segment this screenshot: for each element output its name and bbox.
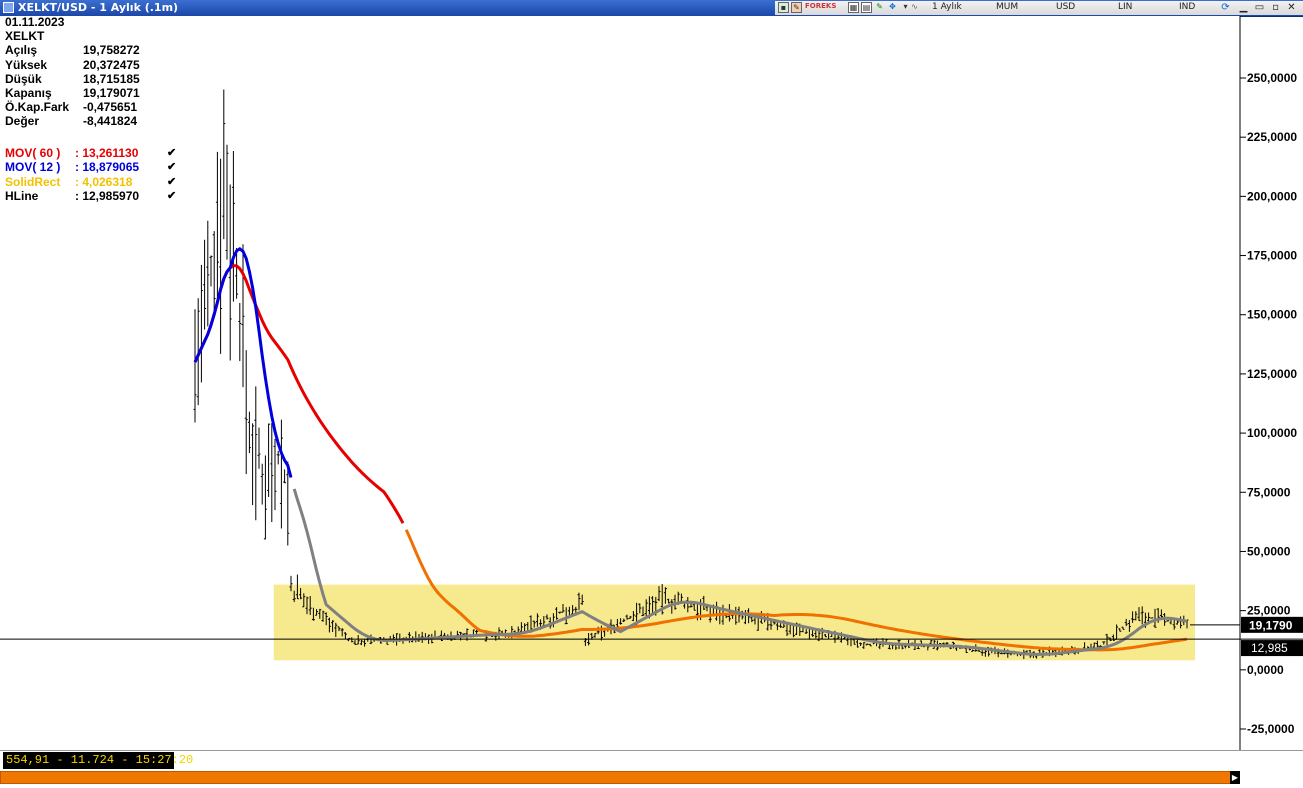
info-label: Düşük <box>5 71 42 86</box>
indicator-mov12[interactable]: MOV( 12 ) : 18,879065 ✔ <box>5 160 185 174</box>
check-icon[interactable]: ✔ <box>167 160 176 174</box>
ohlc-info-panel: 01.11.2023 XELKT Açılış 19,758272 Yüksek 2… <box>5 15 140 129</box>
info-label: Değer <box>5 114 40 129</box>
info-label: Ö.Kap.Fark <box>5 100 70 115</box>
info-row-change: Değer -8,441824 <box>5 114 140 128</box>
time-scrollbar[interactable] <box>0 771 1240 784</box>
indicator-selector[interactable]: IND <box>1179 2 1195 12</box>
window-title: XELKT/USD - 1 Aylık (.1m) <box>18 1 179 14</box>
info-value: 20,372475 <box>83 57 140 72</box>
period-selector[interactable]: 1 Aylık <box>932 2 962 12</box>
check-icon[interactable]: ✔ <box>167 189 176 203</box>
brand-logo: FOREKS <box>805 2 837 10</box>
app-icon <box>3 2 14 13</box>
indicator-name: MOV( 12 ) <box>5 160 61 175</box>
info-row-close: Kapanış 19,179071 <box>5 86 140 100</box>
refresh-icon[interactable]: ⟳ <box>1219 2 1232 14</box>
grid-icon[interactable]: ▦ <box>848 2 859 13</box>
settings-icon[interactable]: ✎ <box>791 2 802 13</box>
info-label: Yüksek <box>5 57 48 72</box>
info-value: 19,179071 <box>83 86 140 101</box>
y-tick-label: 100,0000 <box>1247 426 1297 440</box>
info-value: 19,758272 <box>83 43 140 58</box>
y-tick-label: 150,0000 <box>1247 308 1297 322</box>
indicator-legend: MOV( 60 ) : 13,261130 ✔ MOV( 12 ) : 18,8790… <box>5 146 185 203</box>
info-value: -8,441824 <box>83 114 138 129</box>
status-bar <box>0 750 1303 773</box>
crosshair-icon[interactable]: ✥ <box>887 2 898 13</box>
indicator-value: : 18,879065 <box>75 160 140 175</box>
y-tick-label: 200,0000 <box>1247 189 1297 203</box>
y-tick-label: 125,0000 <box>1247 367 1297 381</box>
hline-value-label: 12,985 <box>1251 641 1288 655</box>
info-value: 18,715185 <box>83 71 140 86</box>
y-tick-label: 225,0000 <box>1247 130 1297 144</box>
price-chart[interactable]: 250,0000 225,0000 200,0000 175,0000 150,0000… <box>0 16 1303 750</box>
y-tick-label: 25,0000 <box>1247 604 1291 618</box>
y-tick-label: 0,0000 <box>1247 663 1284 677</box>
close-icon[interactable]: ✕ <box>1285 2 1298 14</box>
pencil-icon[interactable]: ✎ <box>874 2 885 13</box>
indicator-solidrect[interactable]: SolidRect : 4,026318 ✔ <box>5 175 185 189</box>
table-icon[interactable]: ▤ <box>861 2 872 13</box>
minimize-icon[interactable]: ▁ <box>1237 2 1250 14</box>
info-row-low: Düşük 18,715185 <box>5 72 140 86</box>
scroll-right-icon[interactable]: ▶ <box>1230 771 1240 784</box>
y-tick-label: 250,0000 <box>1247 71 1297 85</box>
indicator-name: SolidRect <box>5 174 61 189</box>
currency-selector[interactable]: USD <box>1056 2 1075 12</box>
candle-type-selector[interactable]: MUM <box>996 2 1018 12</box>
indicator-value: : 13,261130 <box>75 146 139 160</box>
info-date: 01.11.2023 <box>5 15 65 29</box>
y-tick-label: 75,0000 <box>1247 485 1291 499</box>
indicator-value: : 4,026318 <box>75 174 133 189</box>
info-row-open: Açılış 19,758272 <box>5 43 140 57</box>
info-label: Açılış <box>5 43 38 58</box>
check-icon[interactable]: ✔ <box>167 146 176 160</box>
maximize-icon[interactable]: ▫ <box>1269 2 1282 14</box>
y-tick-label: -25,0000 <box>1247 722 1295 736</box>
indicator-name: MOV( 60 ) <box>5 146 61 160</box>
scale-selector[interactable]: LIN <box>1118 2 1132 12</box>
info-label: Kapanış <box>5 86 52 101</box>
restore-icon[interactable]: ▭ <box>1253 2 1266 14</box>
check-icon[interactable]: ✔ <box>167 175 176 189</box>
y-tick-label: 50,0000 <box>1247 544 1291 558</box>
info-row-high: Yüksek 20,372475 <box>5 58 140 72</box>
last-value-label: 19,1790 <box>1249 618 1293 632</box>
save-icon[interactable]: ▪ <box>778 2 789 13</box>
indicator-name: HLine <box>5 188 39 203</box>
info-row-prevclose-diff: Ö.Kap.Fark -0,475651 <box>5 100 140 114</box>
wave-icon[interactable]: ∿ <box>909 2 920 13</box>
cursor-readout: 554,91 - 11.724 - 15:27:20 <box>3 752 193 769</box>
chart-toolbar: ▪ ✎ FOREKS ▦ ▤ ✎ ✥ ▾ ∿ 1 Aylık MUM USD L… <box>775 1 1303 15</box>
indicator-hline[interactable]: HLine : 12,985970 ✔ <box>5 189 185 203</box>
indicator-mov60[interactable]: MOV( 60 ) : 13,261130 ✔ <box>5 146 185 160</box>
info-value: -0,475651 <box>83 100 138 115</box>
indicator-value: : 12,985970 <box>75 188 140 203</box>
info-symbol: XELKT <box>5 29 45 44</box>
y-tick-label: 175,0000 <box>1247 249 1297 263</box>
y-axis: 250,0000 225,0000 200,0000 175,0000 150,0000… <box>1240 71 1297 736</box>
